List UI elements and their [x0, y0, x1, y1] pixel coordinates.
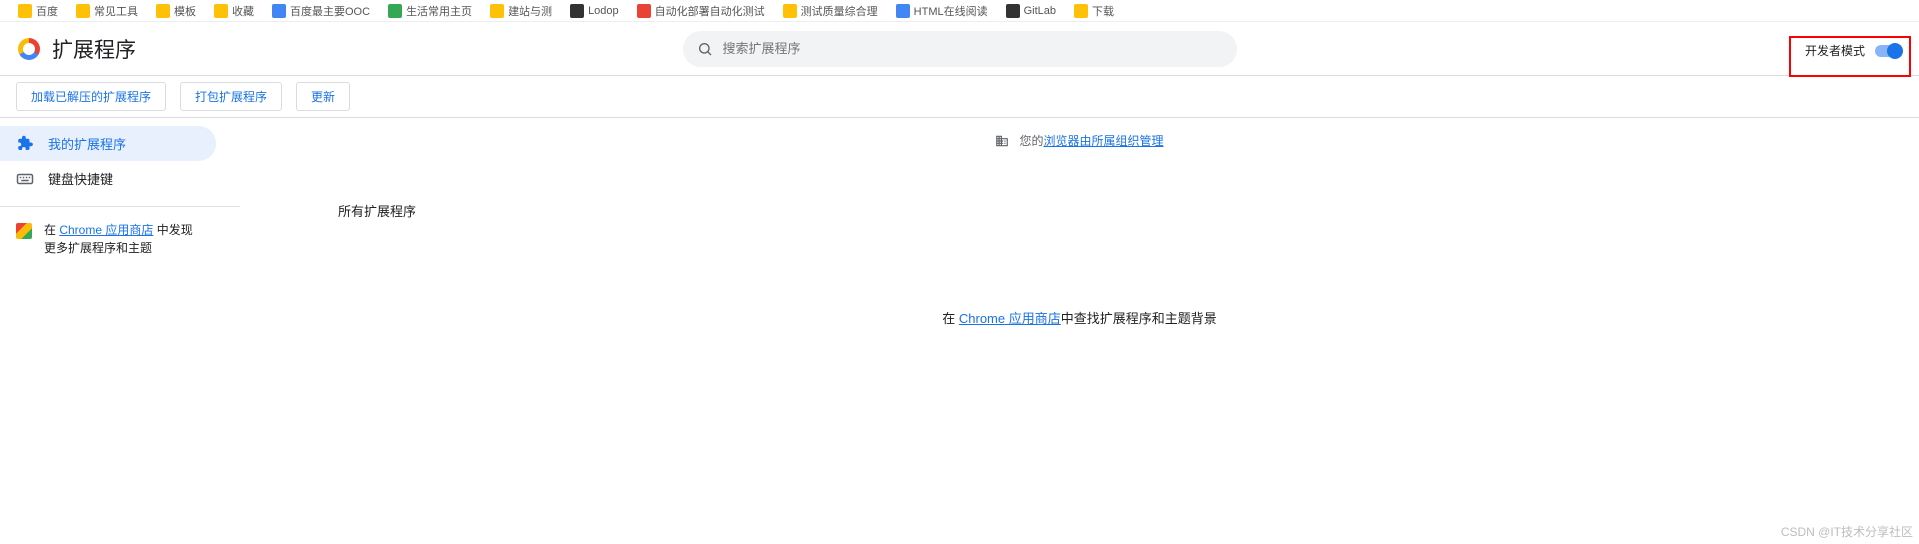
chrome-icon	[18, 38, 40, 60]
bookmark-bar: 百度 常见工具 模板 收藏 百度最主要OOC 生活常用主页 建站与测 Lodop…	[0, 0, 1919, 22]
keyboard-icon	[16, 170, 34, 188]
update-button[interactable]: 更新	[296, 82, 350, 111]
chrome-store-tip: 在 Chrome 应用商店 中发现 更多扩展程序和主题	[0, 215, 240, 263]
bookmark-item[interactable]: Lodop	[570, 4, 619, 18]
chrome-store-icon	[16, 223, 32, 239]
bookmark-item[interactable]: 生活常用主页	[388, 3, 472, 19]
sidebar-label: 键盘快捷键	[48, 169, 113, 188]
bookmark-item[interactable]: GitLab	[1006, 4, 1056, 18]
dev-mode-toggle[interactable]	[1875, 45, 1901, 57]
bookmark-item[interactable]: 常见工具	[76, 3, 138, 19]
bookmark-item[interactable]: 模板	[156, 3, 196, 19]
store-suffix: 中发现	[153, 223, 192, 237]
bookmark-item[interactable]: 建站与测	[490, 3, 552, 19]
action-bar: 加载已解压的扩展程序 打包扩展程序 更新	[0, 76, 1919, 118]
bookmark-item[interactable]: 百度最主要OOC	[272, 3, 370, 19]
main-content: 您的浏览器由所属组织管理 所有扩展程序 在 Chrome 应用商店中查找扩展程序…	[240, 118, 1919, 327]
bookmark-item[interactable]: 自动化部署自动化测试	[637, 3, 765, 19]
toolbar: 扩展程序 开发者模式	[0, 22, 1919, 76]
building-icon	[995, 134, 1009, 148]
dev-mode-label: 开发者模式	[1805, 42, 1865, 59]
store-prefix: 在	[44, 223, 59, 237]
search-box[interactable]	[683, 31, 1237, 67]
bookmark-item[interactable]: 测试质量综合理	[783, 3, 878, 19]
page-title: 扩展程序	[52, 34, 136, 64]
bookmark-item[interactable]: 下载	[1074, 3, 1114, 19]
chrome-store-link-empty[interactable]: Chrome 应用商店	[959, 311, 1061, 326]
load-unpacked-button[interactable]: 加载已解压的扩展程序	[16, 82, 166, 111]
org-managed-link[interactable]: 浏览器由所属组织管理	[1044, 134, 1164, 148]
divider	[0, 206, 240, 207]
dev-mode-area: 开发者模式	[1789, 36, 1911, 77]
empty-state-message: 在 Chrome 应用商店中查找扩展程序和主题背景	[240, 308, 1919, 327]
store-suffix2: 更多扩展程序和主题	[44, 241, 152, 255]
pack-extension-button[interactable]: 打包扩展程序	[180, 82, 282, 111]
sidebar-item-keyboard-shortcuts[interactable]: 键盘快捷键	[0, 161, 216, 196]
search-icon	[697, 41, 713, 57]
bookmark-item[interactable]: 收藏	[214, 3, 254, 19]
watermark: CSDN @IT技术分享社区	[1781, 523, 1913, 540]
section-all-extensions: 所有扩展程序	[240, 149, 1919, 220]
extensions-icon	[16, 135, 34, 153]
chrome-store-link[interactable]: Chrome 应用商店	[59, 223, 153, 237]
sidebar-item-my-extensions[interactable]: 我的扩展程序	[0, 126, 216, 161]
search-input[interactable]	[723, 41, 1223, 56]
sidebar-label: 我的扩展程序	[48, 134, 126, 153]
bookmark-item[interactable]: 百度	[18, 3, 58, 19]
bookmark-item[interactable]: HTML在线阅读	[896, 3, 988, 19]
org-prefix: 您的	[1019, 134, 1043, 148]
org-managed-notice: 您的浏览器由所属组织管理	[240, 132, 1919, 149]
sidebar: 我的扩展程序 键盘快捷键 在 Chrome 应用商店 中发现 更多扩展程序和主题	[0, 118, 240, 327]
